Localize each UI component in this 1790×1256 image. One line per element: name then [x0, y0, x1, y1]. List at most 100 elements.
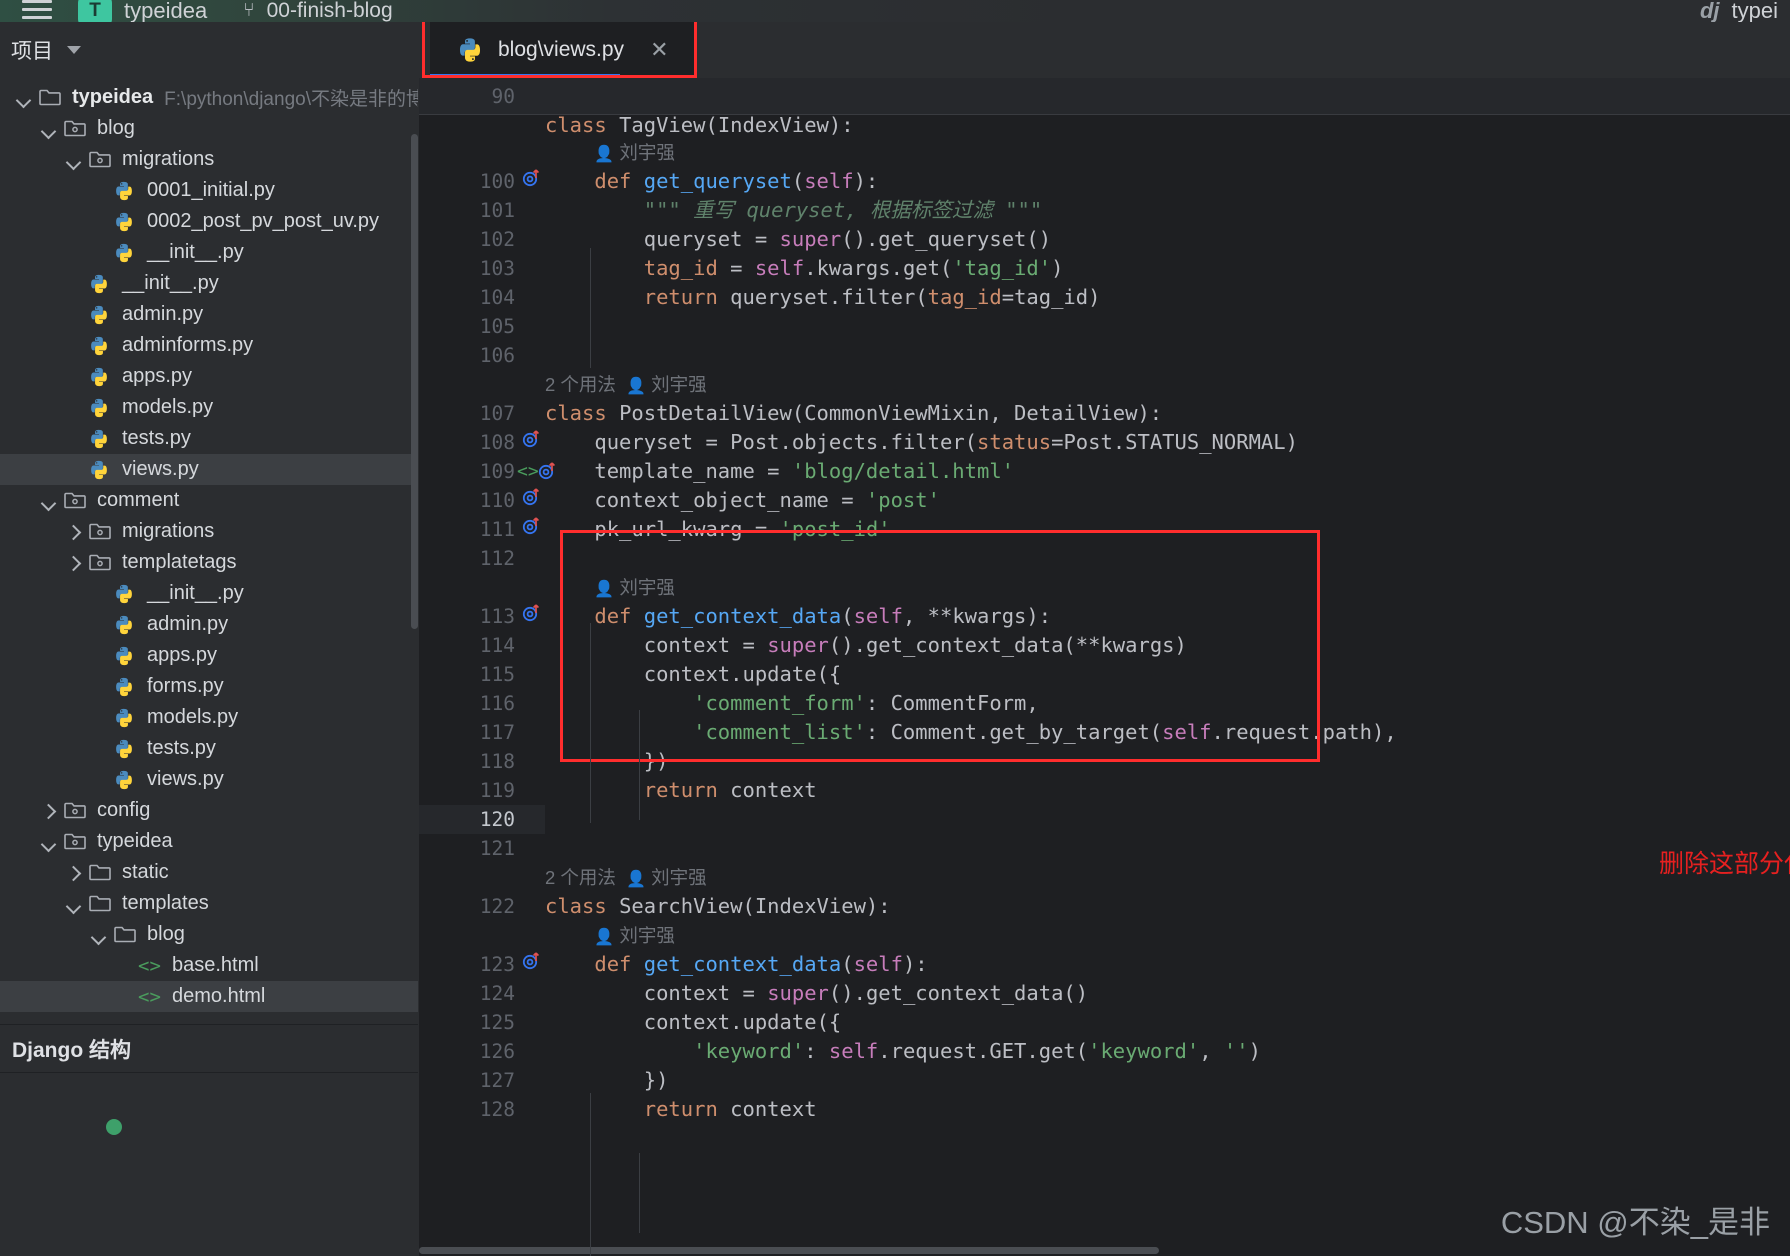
- django-structure-toolwindow[interactable]: Django 结构: [0, 1024, 418, 1072]
- hamburger-menu-icon[interactable]: [22, 0, 52, 19]
- code-line-116[interactable]: 'comment_form': CommentForm,: [419, 689, 1790, 718]
- code-line-100[interactable]: def get_queryset(self):: [419, 167, 1790, 196]
- author-hint[interactable]: 刘宇强: [619, 142, 675, 163]
- tree-item-views-py[interactable]: views.py: [0, 454, 418, 485]
- indent-guide-4: [639, 1153, 640, 1233]
- tree-item-models-py[interactable]: models.py: [0, 702, 418, 733]
- chevron-right-icon[interactable]: [64, 522, 84, 542]
- code-line-106[interactable]: [419, 341, 1790, 370]
- tree-item-migrations[interactable]: migrations: [0, 516, 418, 547]
- tree-item-apps-py[interactable]: apps.py: [0, 640, 418, 671]
- code-inlay-hint[interactable]: 👤 刘宇强: [594, 138, 674, 167]
- chevron-right-icon[interactable]: [64, 553, 84, 573]
- code-line-119[interactable]: return context: [419, 776, 1790, 805]
- project-sidebar[interactable]: 项目 typeidea F:\python\django\不染是非的博客系统\ bl…: [0, 22, 418, 1024]
- tree-item-adminforms-py[interactable]: adminforms.py: [0, 330, 418, 361]
- code-line-117[interactable]: 'comment_list': Comment.get_by_target(se…: [419, 718, 1790, 747]
- tree-item-views-py[interactable]: views.py: [0, 764, 418, 795]
- tree-item---init---py[interactable]: __init__.py: [0, 237, 418, 268]
- tree-item-blog[interactable]: blog: [0, 919, 418, 950]
- tree-item-templatetags[interactable]: templatetags: [0, 547, 418, 578]
- code-line-107[interactable]: class PostDetailView(CommonViewMixin, De…: [419, 399, 1790, 428]
- code-text: pk_url_kwarg = 'post_id': [594, 517, 891, 541]
- code-line-121[interactable]: [419, 834, 1790, 863]
- code-line-105[interactable]: [419, 312, 1790, 341]
- tree-item-admin-py[interactable]: admin.py: [0, 609, 418, 640]
- code-line-109[interactable]: template_name = 'blog/detail.html': [419, 457, 1790, 486]
- chevron-right-icon[interactable]: [64, 863, 84, 883]
- code-line-124[interactable]: context = super().get_context_data(): [419, 979, 1790, 1008]
- code-line-120[interactable]: [419, 805, 1790, 834]
- code-text: return context: [643, 778, 817, 802]
- code-line-115[interactable]: context.update({: [419, 660, 1790, 689]
- tree-item-0001-initial-py[interactable]: 0001_initial.py: [0, 175, 418, 206]
- code-line-111[interactable]: pk_url_kwarg = 'post_id': [419, 515, 1790, 544]
- chevron-down-icon[interactable]: [39, 119, 59, 139]
- tree-item---init---py[interactable]: __init__.py: [0, 268, 418, 299]
- usages-hint[interactable]: 2 个用法: [545, 867, 616, 888]
- code-line-125[interactable]: context.update({: [419, 1008, 1790, 1037]
- chevron-down-icon[interactable]: [39, 491, 59, 511]
- chevron-down-icon[interactable]: [64, 894, 84, 914]
- code-editor[interactable]: blog\views.py ✕ 90 class TagView(IndexVi…: [419, 22, 1790, 1256]
- author-hint[interactable]: 刘宇强: [619, 577, 675, 598]
- tree-item-demo-html[interactable]: <> demo.html: [0, 981, 418, 1012]
- author-hint[interactable]: 刘宇强: [651, 867, 707, 888]
- tree-item-templates[interactable]: templates: [0, 888, 418, 919]
- tree-item-label: migrations: [122, 520, 215, 542]
- code-line-113[interactable]: def get_context_data(self, **kwargs):: [419, 602, 1790, 631]
- project-name[interactable]: typeidea: [124, 0, 207, 22]
- chevron-down-icon[interactable]: [67, 46, 81, 54]
- code-inlay-hint[interactable]: 2 个用法 👤 刘宇强: [545, 863, 707, 892]
- chevron-down-icon[interactable]: [89, 925, 109, 945]
- tree-item-typeidea[interactable]: typeidea F:\python\django\不染是非的博客系统\: [0, 82, 418, 113]
- chevron-down-icon[interactable]: [14, 88, 34, 108]
- code-inlay-hint[interactable]: 👤 刘宇强: [594, 573, 674, 602]
- code-content-area[interactable]: 90 class TagView(IndexView): 👤 刘宇强 100 def…: [419, 78, 1790, 1256]
- tree-item-blog[interactable]: blog: [0, 113, 418, 144]
- code-inlay-hint[interactable]: 2 个用法 👤 刘宇强: [545, 370, 707, 399]
- code-line-128[interactable]: return context: [419, 1095, 1790, 1124]
- tree-item-config[interactable]: config: [0, 795, 418, 826]
- branch-name[interactable]: 00-finish-blog: [267, 0, 393, 22]
- code-line-101[interactable]: """ 重写 queryset, 根据标签过滤 """: [419, 196, 1790, 225]
- chevron-down-icon[interactable]: [39, 832, 59, 852]
- code-line-103[interactable]: tag_id = self.kwargs.get('tag_id'): [419, 254, 1790, 283]
- close-icon[interactable]: ✕: [650, 37, 668, 63]
- tree-item-tests-py[interactable]: tests.py: [0, 733, 418, 764]
- tree-item-typeidea[interactable]: typeidea: [0, 826, 418, 857]
- editor-horizontal-scrollbar[interactable]: [419, 1245, 1790, 1256]
- tree-item-comment[interactable]: comment: [0, 485, 418, 516]
- author-hint[interactable]: 刘宇强: [651, 374, 707, 395]
- code-line-112[interactable]: [419, 544, 1790, 573]
- code-inlay-hint[interactable]: 👤 刘宇强: [594, 921, 674, 950]
- tree-item-forms-py[interactable]: forms.py: [0, 671, 418, 702]
- tree-item-apps-py[interactable]: apps.py: [0, 361, 418, 392]
- code-line-104[interactable]: return queryset.filter(tag_id=tag_id): [419, 283, 1790, 312]
- code-line-108[interactable]: queryset = Post.objects.filter(status=Po…: [419, 428, 1790, 457]
- tab-blog-views-py[interactable]: blog\views.py ✕: [430, 22, 695, 78]
- project-tree[interactable]: typeidea F:\python\django\不染是非的博客系统\ blog m…: [0, 78, 418, 1012]
- code-line-122[interactable]: class SearchView(IndexView):: [419, 892, 1790, 921]
- chevron-down-icon[interactable]: [64, 150, 84, 170]
- tree-item-admin-py[interactable]: admin.py: [0, 299, 418, 330]
- usages-hint[interactable]: 2 个用法: [545, 374, 616, 395]
- tree-item-tests-py[interactable]: tests.py: [0, 423, 418, 454]
- code-line-118[interactable]: }): [419, 747, 1790, 776]
- code-line-126[interactable]: 'keyword': self.request.GET.get('keyword…: [419, 1037, 1790, 1066]
- tree-item-static[interactable]: static: [0, 857, 418, 888]
- code-line-114[interactable]: context = super().get_context_data(**kwa…: [419, 631, 1790, 660]
- author-hint[interactable]: 刘宇强: [619, 925, 675, 946]
- chevron-right-icon[interactable]: [39, 801, 59, 821]
- tree-item-models-py[interactable]: models.py: [0, 392, 418, 423]
- sidebar-scrollbar[interactable]: [411, 134, 418, 629]
- tree-item-base-html[interactable]: <> base.html: [0, 950, 418, 981]
- code-line-102[interactable]: queryset = super().get_queryset(): [419, 225, 1790, 254]
- code-line-127[interactable]: }): [419, 1066, 1790, 1095]
- tree-item-migrations[interactable]: migrations: [0, 144, 418, 175]
- tree-item-0002-post-pv-post-uv-py[interactable]: 0002_post_pv_post_uv.py: [0, 206, 418, 237]
- tree-item---init---py[interactable]: __init__.py: [0, 578, 418, 609]
- code-line-110[interactable]: context_object_name = 'post': [419, 486, 1790, 515]
- code-line-123[interactable]: def get_context_data(self):: [419, 950, 1790, 979]
- sidebar-header[interactable]: 项目: [0, 22, 418, 78]
